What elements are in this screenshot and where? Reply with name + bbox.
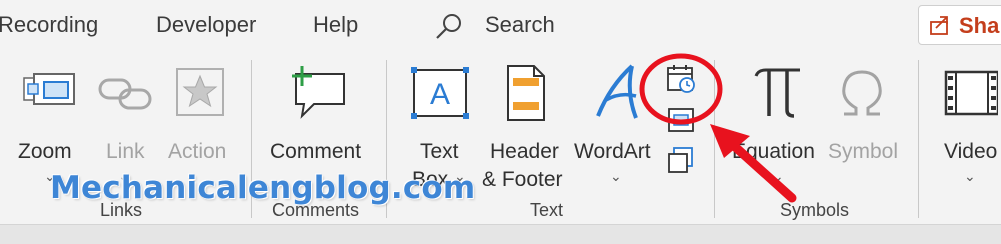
wordart-icon bbox=[596, 64, 638, 119]
wordart-chevron-icon[interactable]: ⌄ bbox=[610, 168, 622, 185]
search-box[interactable]: Search bbox=[485, 12, 555, 38]
video-film-icon bbox=[944, 70, 998, 116]
share-label: Sha bbox=[959, 13, 1000, 38]
comment-label: Comment bbox=[270, 140, 362, 163]
share-icon bbox=[930, 16, 948, 35]
link-label: Link bbox=[106, 140, 145, 163]
video-label: Video bbox=[944, 140, 998, 163]
symbol-label: Symbol bbox=[828, 140, 899, 163]
search-icon[interactable] bbox=[432, 10, 466, 44]
wordart-label: WordArt bbox=[574, 140, 651, 163]
group-separator bbox=[918, 60, 919, 218]
red-arrow-icon bbox=[710, 124, 797, 203]
video-chevron-icon[interactable]: ⌄ bbox=[964, 168, 976, 185]
group-label-text: Text bbox=[530, 200, 564, 220]
svg-text:A: A bbox=[430, 78, 450, 111]
tab-developer[interactable]: Developer bbox=[156, 12, 256, 38]
action-label: Action bbox=[168, 140, 227, 163]
tab-help[interactable]: Help bbox=[313, 12, 358, 38]
action-star-icon bbox=[176, 68, 224, 116]
omega-symbol-icon bbox=[842, 70, 882, 116]
header-footer-icon bbox=[507, 65, 545, 121]
red-highlight-circle bbox=[639, 53, 723, 125]
zoom-icon bbox=[23, 73, 75, 105]
header-footer-label-line1: Header bbox=[490, 140, 559, 163]
object-icon[interactable] bbox=[666, 146, 696, 176]
ribbon-tab-bar: Recording Developer Help Search Sha bbox=[0, 0, 1001, 52]
link-icon bbox=[98, 78, 152, 110]
zoom-label: Zoom bbox=[18, 140, 72, 163]
watermark-text: Mechanicalengblog.com bbox=[50, 170, 476, 206]
ribbon-bottom-edge bbox=[0, 224, 1001, 244]
video-button[interactable]: Video ⌄ bbox=[940, 62, 1001, 192]
comment-icon bbox=[292, 66, 345, 119]
share-button[interactable]: Sha bbox=[918, 5, 1001, 45]
text-box-label-line1: Text bbox=[420, 140, 459, 163]
tab-recording[interactable]: Recording bbox=[0, 12, 98, 38]
header-footer-label-line2: & Footer bbox=[482, 168, 563, 191]
text-box-icon: A bbox=[411, 67, 469, 119]
symbol-button[interactable]: Symbol bbox=[826, 62, 902, 192]
pi-equation-icon bbox=[754, 68, 800, 118]
header-footer-button[interactable]: Header & Footer bbox=[480, 62, 570, 192]
